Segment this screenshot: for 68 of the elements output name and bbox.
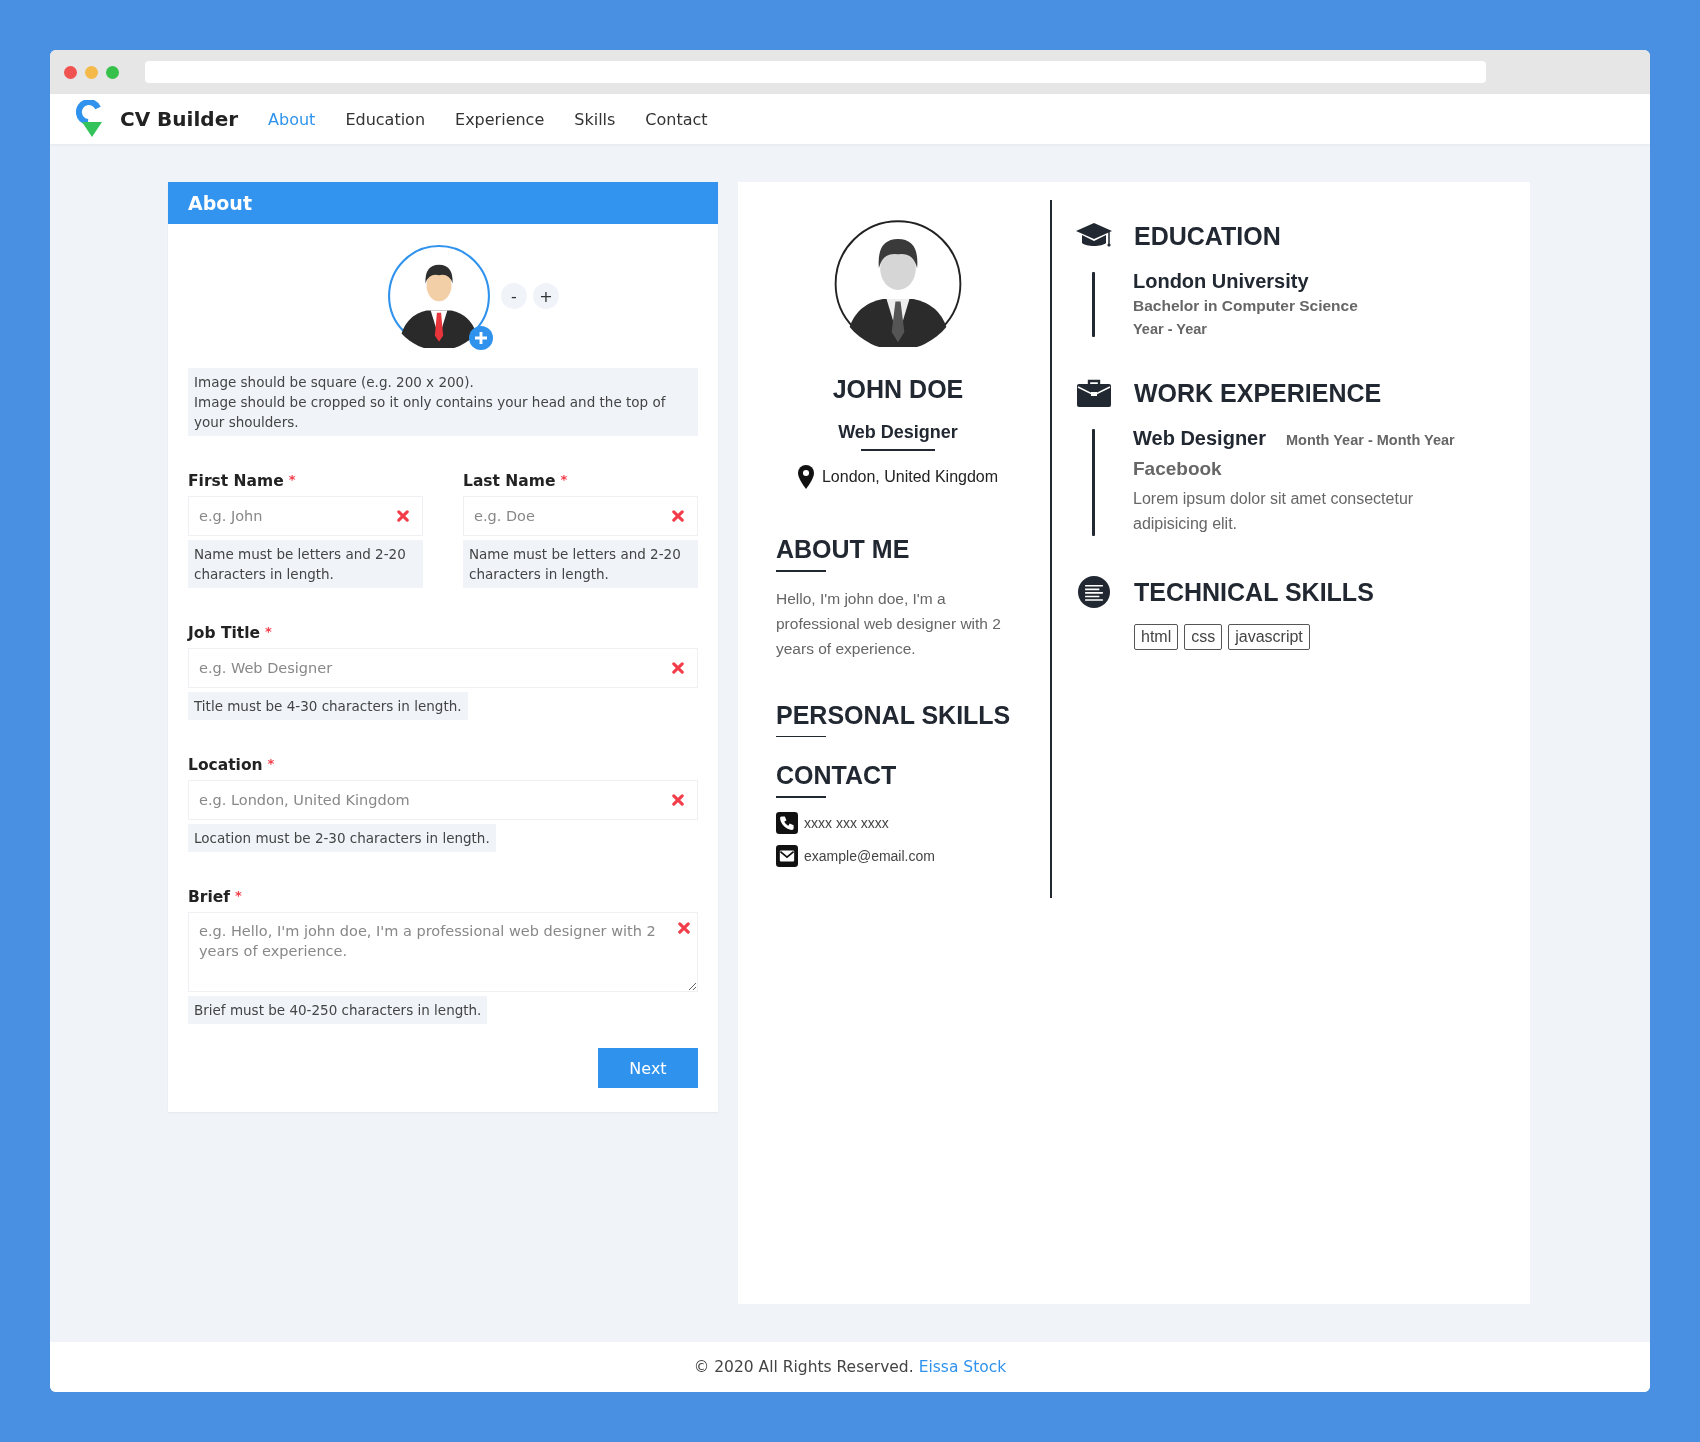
section-heading: TECHNICAL SKILLS	[1134, 577, 1374, 607]
company-name: Facebook	[1133, 458, 1223, 480]
error-icon	[672, 794, 684, 806]
nav-link[interactable]: Contact	[645, 109, 708, 129]
timeline-marker	[1092, 272, 1095, 337]
required-mark: *	[265, 624, 272, 639]
required-mark: *	[267, 756, 275, 771]
zoom-button[interactable]: +	[533, 283, 559, 309]
section-heading: WORK EXPERIENCE	[1134, 378, 1382, 408]
phone-icon	[776, 812, 798, 834]
job-dates: Month Year - Month Year	[1286, 432, 1455, 448]
nav-link[interactable]: Skills	[574, 109, 616, 129]
close-dot-icon[interactable]	[64, 65, 77, 79]
field-label: Brief	[188, 888, 231, 906]
zoom-button[interactable]: -	[501, 283, 527, 309]
cv-job-title: Web Designer	[837, 422, 959, 444]
email-icon	[776, 845, 798, 867]
briefcase-icon	[1076, 377, 1112, 409]
section-heading: PERSONAL SKILLS	[776, 700, 1012, 730]
input-field[interactable]: e.g. Web Designer	[188, 648, 698, 688]
required-mark: *	[560, 472, 568, 487]
maximize-dot-icon[interactable]	[106, 65, 119, 79]
skill-tag: html	[1134, 624, 1179, 650]
field-label: Job Title	[188, 624, 261, 642]
field-label: Location	[188, 756, 263, 774]
input-field[interactable]: e.g. Doe	[463, 496, 698, 536]
field-label: Last Name	[463, 472, 556, 490]
photo-hint: Image should be square (e.g. 200 x 200). Image should be cropped so it only contains your head and the top of your shoulders.	[188, 368, 698, 436]
minimize-dot-icon[interactable]	[85, 65, 98, 79]
input-field[interactable]: e.g. John	[188, 496, 423, 536]
add-photo-icon[interactable]	[469, 326, 493, 350]
cv-location: London, United Kingdom	[821, 467, 999, 486]
validation-hint: Name must be letters and 2-20 characters in length.	[463, 540, 698, 588]
error-icon	[678, 922, 690, 934]
form-title: About	[168, 182, 718, 224]
list-circle-icon	[1076, 576, 1112, 608]
error-icon	[672, 662, 684, 674]
required-mark: *	[288, 472, 296, 487]
error-icon	[672, 510, 684, 522]
contact-text: example@email.com	[804, 848, 935, 864]
school-name: London University	[1133, 270, 1310, 293]
input-field[interactable]: e.g. London, United Kingdom	[188, 780, 698, 820]
nav-link[interactable]: Experience	[455, 109, 545, 129]
degree-text: Bachelor in Computer Science	[1133, 297, 1358, 315]
location-pin-icon	[797, 464, 814, 489]
skill-tag: javascript	[1228, 624, 1310, 650]
validation-hint: Location must be 2-30 characters in length.	[188, 824, 496, 852]
section-heading: CONTACT	[776, 761, 898, 791]
nav-link[interactable]: Education	[345, 109, 426, 129]
footer-text: © 2020 All Rights Reserved.	[693, 1358, 914, 1376]
validation-hint: Title must be 4-30 characters in length.	[188, 692, 468, 720]
contact-text: xxxx xxx xxxx	[804, 815, 889, 831]
cv-name: JOHN DOE	[831, 375, 965, 405]
section-heading: EDUCATION	[1134, 221, 1281, 251]
validation-hint: Brief must be 40-250 characters in length.	[188, 996, 488, 1024]
about-text: Hello, I'm john doe, I'm a professional web designer with 2 years of experience.	[776, 588, 1002, 659]
required-mark: *	[235, 888, 242, 903]
error-icon	[397, 510, 409, 522]
education-years: Year - Year	[1133, 321, 1208, 337]
avatar-drawing[interactable]	[387, 244, 491, 348]
validation-hint: Name must be letters and 2-20 characters in length.	[188, 540, 423, 588]
skill-tag: css	[1184, 624, 1223, 650]
job-description: Lorem ipsum dolor sit amet consectetur adipisicing elit.	[1133, 489, 1415, 534]
role-title: Web Designer	[1133, 427, 1266, 450]
field-label: First Name	[188, 472, 284, 490]
text-area[interactable]: e.g. Hello, I'm john doe, I'm a professional web designer with 2 years of experience.	[188, 912, 698, 992]
brand-name: CV Builder	[120, 107, 239, 131]
section-heading: ABOUT ME	[776, 534, 911, 564]
